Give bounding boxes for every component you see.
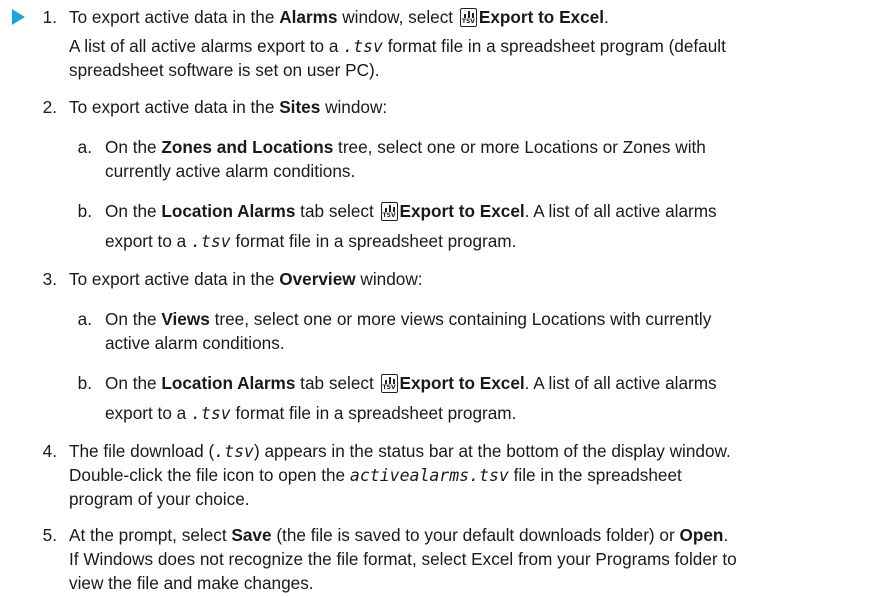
sub-letter: b.	[77, 201, 92, 221]
text: The file download (	[69, 441, 215, 461]
step-text: A list of all active alarms export to a …	[69, 36, 726, 57]
file-ext: .tsv	[343, 37, 383, 56]
text: Double-click the file icon to open the	[69, 465, 350, 485]
step-text: At the prompt, select Save (the file is …	[69, 525, 728, 546]
step-number: 2.	[42, 97, 57, 117]
ui-label-export: Export to Excel	[399, 373, 525, 393]
step-number: 3.	[42, 269, 57, 289]
step-number: 5.	[42, 525, 57, 545]
text: (the file is saved to your default downl…	[271, 525, 680, 545]
step-text: To export active data in the Sites windo…	[69, 97, 387, 118]
text: tree, select one or more views containin…	[209, 309, 712, 329]
ui-label-export: Export to Excel	[478, 7, 604, 27]
export-excel-icon: TSV	[459, 8, 477, 27]
text: format file in a spreadsheet program.	[230, 231, 517, 251]
text: ) appears in the status bar at the botto…	[253, 441, 731, 461]
file-name: activealarms.tsv	[349, 466, 509, 485]
text: At the prompt, select	[69, 525, 232, 545]
text: window:	[320, 97, 388, 117]
text: file in the spreadsheet	[508, 465, 682, 485]
text: On the	[105, 201, 162, 221]
sub-letter: a.	[77, 137, 92, 157]
step-text: view the file and make changes.	[69, 573, 314, 593]
text: tree, select one or more Locations or Zo…	[333, 137, 706, 157]
file-ext: .tsv	[191, 232, 231, 251]
expand-arrow-icon[interactable]	[12, 9, 25, 25]
text: .	[603, 7, 609, 27]
text: window, select	[337, 7, 458, 27]
text: On the	[105, 309, 162, 329]
step-text: program of your choice.	[69, 489, 250, 509]
text: tab select	[295, 373, 379, 393]
sub-letter: b.	[77, 373, 92, 393]
text: format file in a spreadsheet program.	[230, 403, 517, 423]
step-text: Double-click the file icon to open the a…	[69, 465, 682, 486]
text: A list of all active alarms export to a	[69, 36, 344, 56]
export-excel-icon: TSV	[380, 374, 398, 393]
ui-label-open: Open	[679, 525, 724, 545]
icon-caption: TSV	[461, 18, 475, 25]
text: On the	[105, 137, 162, 157]
text: .	[723, 525, 729, 545]
icon-caption: TSV	[382, 384, 396, 391]
step-number: 1.	[42, 7, 57, 27]
sub-text: On the Views tree, select one or more vi…	[105, 309, 711, 330]
ui-label-views: Views	[161, 309, 210, 329]
ui-label-overview: Overview	[279, 269, 356, 289]
step-number: 4.	[42, 441, 57, 461]
text: . A list of all active alarms	[524, 201, 717, 221]
file-ext: .tsv	[214, 442, 254, 461]
text: export to a	[105, 403, 191, 423]
ui-label-sites: Sites	[279, 97, 321, 117]
export-excel-icon: TSV	[380, 202, 398, 221]
sub-text: export to a .tsv format file in a spread…	[105, 231, 516, 252]
text: format file in a spreadsheet program (de…	[382, 36, 726, 56]
sub-text: active alarm conditions.	[105, 333, 285, 353]
sub-text: On the Location Alarms tab select TSV Exp…	[105, 373, 717, 394]
step-text: If Windows does not recognize the file f…	[69, 549, 737, 569]
text: To export active data in the	[69, 7, 280, 27]
text: On the	[105, 373, 162, 393]
step-text: To export active data in the Overview wi…	[69, 269, 423, 290]
step-text: The file download (.tsv) appears in the …	[69, 441, 731, 462]
sub-text: currently active alarm conditions.	[105, 161, 356, 181]
icon-caption: TSV	[382, 212, 396, 219]
text: window:	[355, 269, 423, 289]
sub-text: On the Zones and Locations tree, select …	[105, 137, 706, 158]
step-text: To export active data in the Alarms wind…	[69, 7, 609, 28]
ui-label-zones: Zones and Locations	[161, 137, 334, 157]
ui-label-location-alarms: Location Alarms	[161, 201, 296, 221]
sub-letter: a.	[77, 309, 92, 329]
ui-label-location-alarms: Location Alarms	[161, 373, 296, 393]
ui-label-export: Export to Excel	[399, 201, 525, 221]
ui-label-alarms: Alarms	[279, 7, 338, 27]
sub-text: On the Location Alarms tab select TSV Exp…	[105, 201, 717, 222]
ui-label-save: Save	[231, 525, 272, 545]
text: export to a	[105, 231, 191, 251]
text: To export active data in the	[69, 97, 280, 117]
text: tab select	[295, 201, 379, 221]
sub-text: export to a .tsv format file in a spread…	[105, 403, 516, 424]
text: . A list of all active alarms	[524, 373, 717, 393]
step-text: spreadsheet software is set on user PC).	[69, 60, 380, 80]
text: To export active data in the	[69, 269, 280, 289]
file-ext: .tsv	[191, 404, 231, 423]
